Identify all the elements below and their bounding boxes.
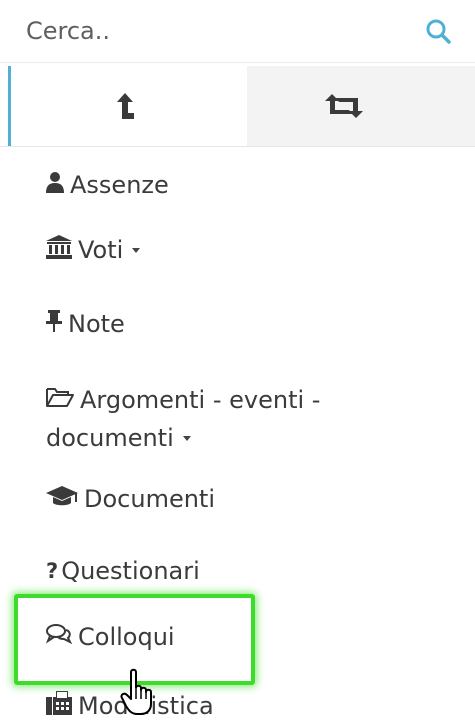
tab-upload[interactable] <box>8 66 247 146</box>
bank-icon <box>46 235 72 265</box>
menu-item-voti[interactable]: Voti <box>46 235 141 265</box>
graduation-cap-icon <box>46 485 78 513</box>
hand-cursor-icon <box>120 668 160 718</box>
menu-item-argomenti-line2[interactable]: documenti <box>46 418 191 457</box>
menu-item-assenze[interactable]: Assenze <box>46 170 169 199</box>
menu-item-label: Note <box>68 310 125 338</box>
user-icon <box>46 171 64 199</box>
sidebar-tabs <box>0 66 475 147</box>
retweet-icon <box>325 94 363 118</box>
search-input[interactable] <box>26 14 406 48</box>
search-bar <box>0 0 475 63</box>
menu-item-note[interactable]: Note <box>46 309 125 338</box>
menu-item-label: Questionari <box>61 557 200 585</box>
menu-item-argomenti[interactable]: Argomenti - eventi - <box>46 380 320 419</box>
menu-item-label: Voti <box>78 236 124 264</box>
folder-open-icon <box>46 381 74 419</box>
search-icon[interactable] <box>424 17 454 47</box>
menu-item-label: Documenti <box>84 485 216 513</box>
tab-retweet[interactable] <box>247 66 475 146</box>
menu-item-documenti[interactable]: Documenti <box>46 484 215 513</box>
menu-item-label: documenti <box>46 424 174 452</box>
arrow-up-icon <box>117 93 134 119</box>
menu-item-questionari[interactable]: ? Questionari <box>46 556 200 585</box>
pushpin-icon <box>46 310 62 338</box>
caret-down-icon <box>182 435 191 441</box>
caret-down-icon <box>132 247 141 253</box>
menu-item-label: Assenze <box>70 171 169 199</box>
fax-icon <box>46 691 72 721</box>
question-icon: ? <box>46 559 59 583</box>
menu-item-label: Argomenti - eventi - <box>80 386 321 414</box>
